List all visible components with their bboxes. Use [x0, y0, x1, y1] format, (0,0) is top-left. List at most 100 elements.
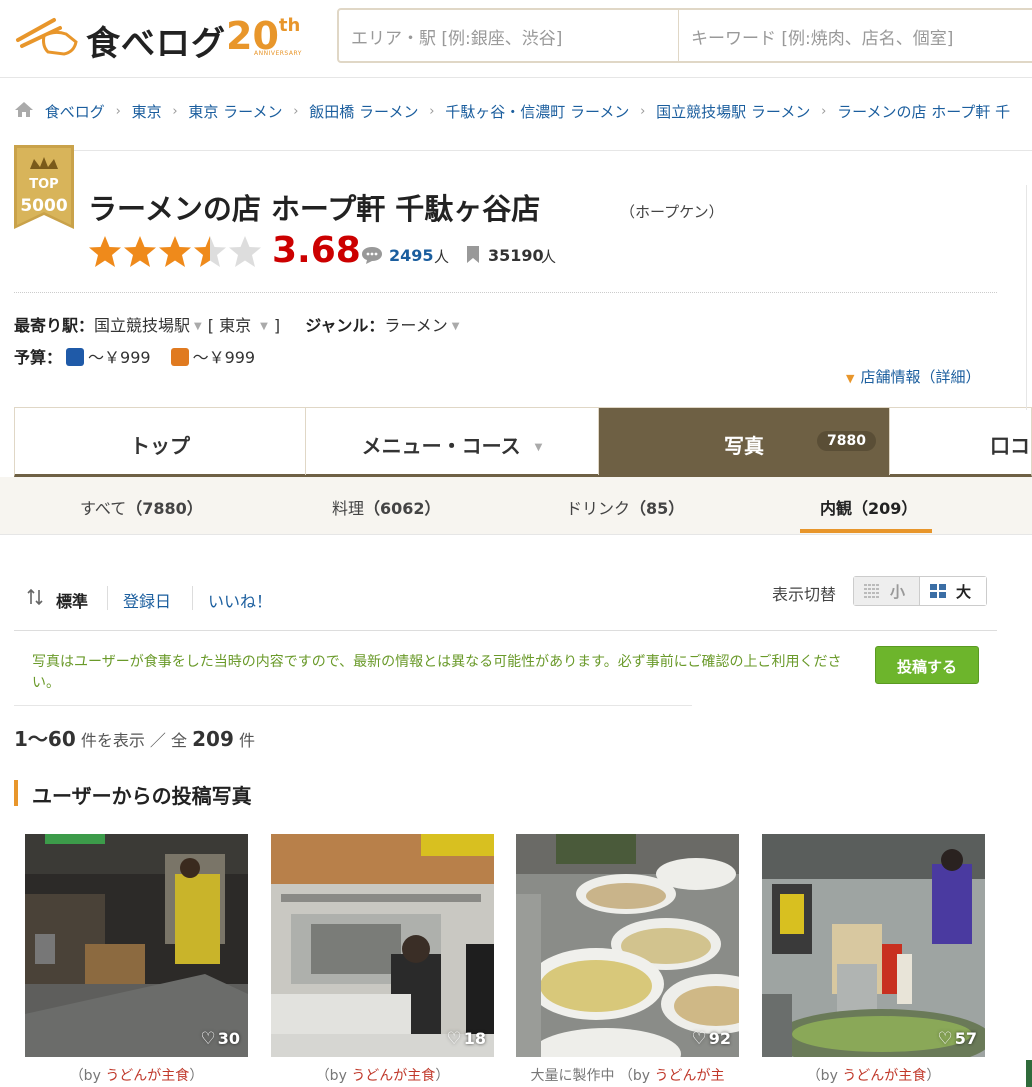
photo-caption: （by うどんが主食） — [762, 1065, 985, 1085]
genre-label: ジャンル： — [305, 316, 385, 335]
photo-subtabs: すべて（7880） 料理（6062） ドリンク（85） 内観（209） — [0, 477, 1032, 535]
logo-text: 食べログ — [86, 24, 226, 64]
post-photo-button[interactable]: 投稿する — [875, 646, 979, 684]
budget-dinner: ～￥999 — [88, 348, 151, 367]
subtab-drink-label: ドリンク — [566, 499, 631, 518]
view-small-label: 小 — [890, 583, 906, 601]
photo-thumbnail[interactable]: ♡ 92 — [516, 834, 739, 1057]
top5000-badge-icon: TOP 5000 — [14, 145, 74, 229]
station-link[interactable]: 国立競技場駅 — [94, 316, 190, 335]
subtab-all-label: すべて — [80, 499, 127, 518]
breadcrumb-item-shop[interactable]: ラーメンの店 ホープ軒 千 — [837, 101, 1010, 122]
review-count-unit: 人 — [434, 248, 450, 266]
dropdown-caret-icon[interactable]: ▼ — [194, 321, 202, 332]
breadcrumb: 食べログ › 東京 › 東京 ラーメン › 飯田橋 ラーメン › 千駄ヶ谷・信濃… — [14, 100, 1010, 126]
tab-photo-label: 写真 — [724, 434, 764, 458]
view-small-button[interactable]: 小 — [854, 577, 920, 605]
caption-prefix: （by — [806, 1068, 843, 1084]
breadcrumb-item-tabelog[interactable]: 食べログ — [45, 101, 105, 122]
budget-label: 予算： — [14, 348, 63, 367]
dropdown-caret-icon[interactable]: ▼ — [260, 321, 268, 332]
tab-review[interactable]: 口コミ — [890, 408, 1032, 475]
view-toggle: 小 大 — [853, 576, 987, 606]
area-link[interactable]: [ 東京 — [208, 316, 256, 335]
side-widget-edge — [1026, 1060, 1032, 1087]
result-unit: 件 — [238, 731, 255, 750]
caption-prefix: （by — [315, 1068, 352, 1084]
anniversary-suffix: th — [278, 15, 301, 36]
caption-user-link[interactable]: うどんが主食 — [105, 1068, 189, 1084]
shop-detail-link[interactable]: ▼ 店舗情報（詳細） — [846, 366, 980, 387]
breadcrumb-item-iidabashi-ramen[interactable]: 飯田橋 ラーメン — [309, 101, 418, 122]
subtab-interior[interactable]: 内観（209） — [820, 495, 917, 519]
home-icon — [14, 100, 40, 122]
tabelog-logo[interactable]: 食べログ 20th ANNIVERSARY — [14, 14, 314, 64]
like-count: ♡ 57 — [937, 1029, 977, 1049]
breadcrumb-item-station-ramen[interactable]: 国立競技場駅 ラーメン — [656, 101, 810, 122]
subtab-all[interactable]: すべて（7880） — [80, 495, 203, 519]
dropdown-caret-icon[interactable]: ▼ — [452, 321, 460, 332]
tab-photo[interactable]: 写真 7880 — [599, 408, 890, 475]
caption-user-link[interactable]: うどんが主食 — [842, 1068, 926, 1084]
heart-icon: ♡ — [446, 1029, 462, 1049]
chopsticks-logo-icon — [16, 18, 78, 56]
photo-thumbnail[interactable]: ♡ 18 — [271, 834, 494, 1057]
station-label: 最寄り駅： — [14, 316, 95, 335]
review-count[interactable]: 2495 — [389, 246, 434, 265]
like-count-value: 30 — [217, 1029, 240, 1048]
photo-thumbnail[interactable]: ♡ 30 — [25, 834, 248, 1057]
tab-menu-label: メニュー・コース — [361, 434, 521, 458]
divider — [14, 292, 997, 293]
kitchen-staff-photo — [762, 834, 985, 1057]
subtab-drink-count: （85） — [630, 499, 685, 518]
caption-suffix: ） — [435, 1068, 450, 1084]
divider — [107, 586, 108, 610]
search-keyword-input[interactable]: キーワード [例:焼肉、店名、個室] — [679, 10, 1019, 61]
subtab-food[interactable]: 料理（6062） — [332, 495, 441, 519]
caption-suffix: ） — [926, 1068, 941, 1084]
save-count-unit: 人 — [541, 248, 557, 266]
caption-suffix: ） — [189, 1068, 204, 1084]
breadcrumb-item-tokyo-ramen[interactable]: 東京 ラーメン — [188, 101, 282, 122]
caption-user-link[interactable]: うどんが主 — [655, 1068, 725, 1084]
shop-name: ラーメンの店 ホープ軒 千駄ヶ谷店 — [88, 192, 541, 226]
breadcrumb-item-tokyo[interactable]: 東京 — [132, 101, 162, 122]
tab-menu[interactable]: メニュー・コース ▼ — [306, 408, 599, 475]
genre-link[interactable]: ラーメン — [384, 316, 447, 335]
like-count: ♡ 92 — [691, 1029, 731, 1049]
review-bubble-icon — [362, 247, 382, 264]
site-header: 食べログ 20th ANNIVERSARY エリア・駅 [例:銀座、渋谷] キー… — [0, 0, 1032, 78]
tab-review-label: 口コミ — [990, 434, 1032, 458]
breadcrumb-separator-icon: › — [293, 103, 299, 119]
sort-standard[interactable]: 標準 — [56, 588, 88, 612]
view-large-button[interactable]: 大 — [920, 577, 986, 605]
kitchen-photo-2 — [271, 834, 494, 1057]
breadcrumb-item-sendagaya-ramen[interactable]: 千駄ヶ谷・信濃町 ラーメン — [445, 101, 629, 122]
like-count-value: 57 — [954, 1029, 977, 1048]
shop-kana: （ホープケン） — [620, 203, 724, 221]
anniversary-label: ANNIVERSARY — [254, 50, 302, 57]
sort-like[interactable]: いいね！ — [208, 588, 272, 612]
breadcrumb-separator-icon: › — [429, 103, 435, 119]
rating-score: 3.68 — [272, 230, 361, 271]
search-area-input[interactable]: エリア・駅 [例:銀座、渋谷] — [339, 10, 679, 61]
subtab-food-count: （6062） — [364, 499, 441, 518]
half-star-icon — [194, 236, 226, 267]
empty-star-icon — [229, 236, 261, 267]
heart-icon: ♡ — [200, 1029, 216, 1049]
subtab-drink[interactable]: ドリンク（85） — [566, 495, 684, 519]
rating-stars — [89, 236, 261, 267]
caption-user-link[interactable]: うどんが主食 — [351, 1068, 435, 1084]
subtab-interior-count: （209） — [852, 499, 918, 518]
sort-date[interactable]: 登録日 — [123, 588, 171, 612]
sun-lunch-icon — [170, 348, 189, 366]
photo-thumbnail[interactable]: ♡ 57 — [762, 834, 985, 1057]
breadcrumb-separator-icon: › — [172, 103, 178, 119]
chevron-down-icon: ▼ — [534, 442, 543, 453]
search-box: エリア・駅 [例:銀座、渋谷] キーワード [例:焼肉、店名、個室] — [337, 8, 1032, 63]
photo-caption: （by うどんが主食） — [271, 1065, 494, 1085]
photo-caption: （by うどんが主食） — [25, 1065, 248, 1085]
breadcrumb-separator-icon: › — [821, 103, 827, 119]
area-close: ] — [273, 316, 281, 335]
tab-top[interactable]: トップ — [15, 408, 306, 475]
